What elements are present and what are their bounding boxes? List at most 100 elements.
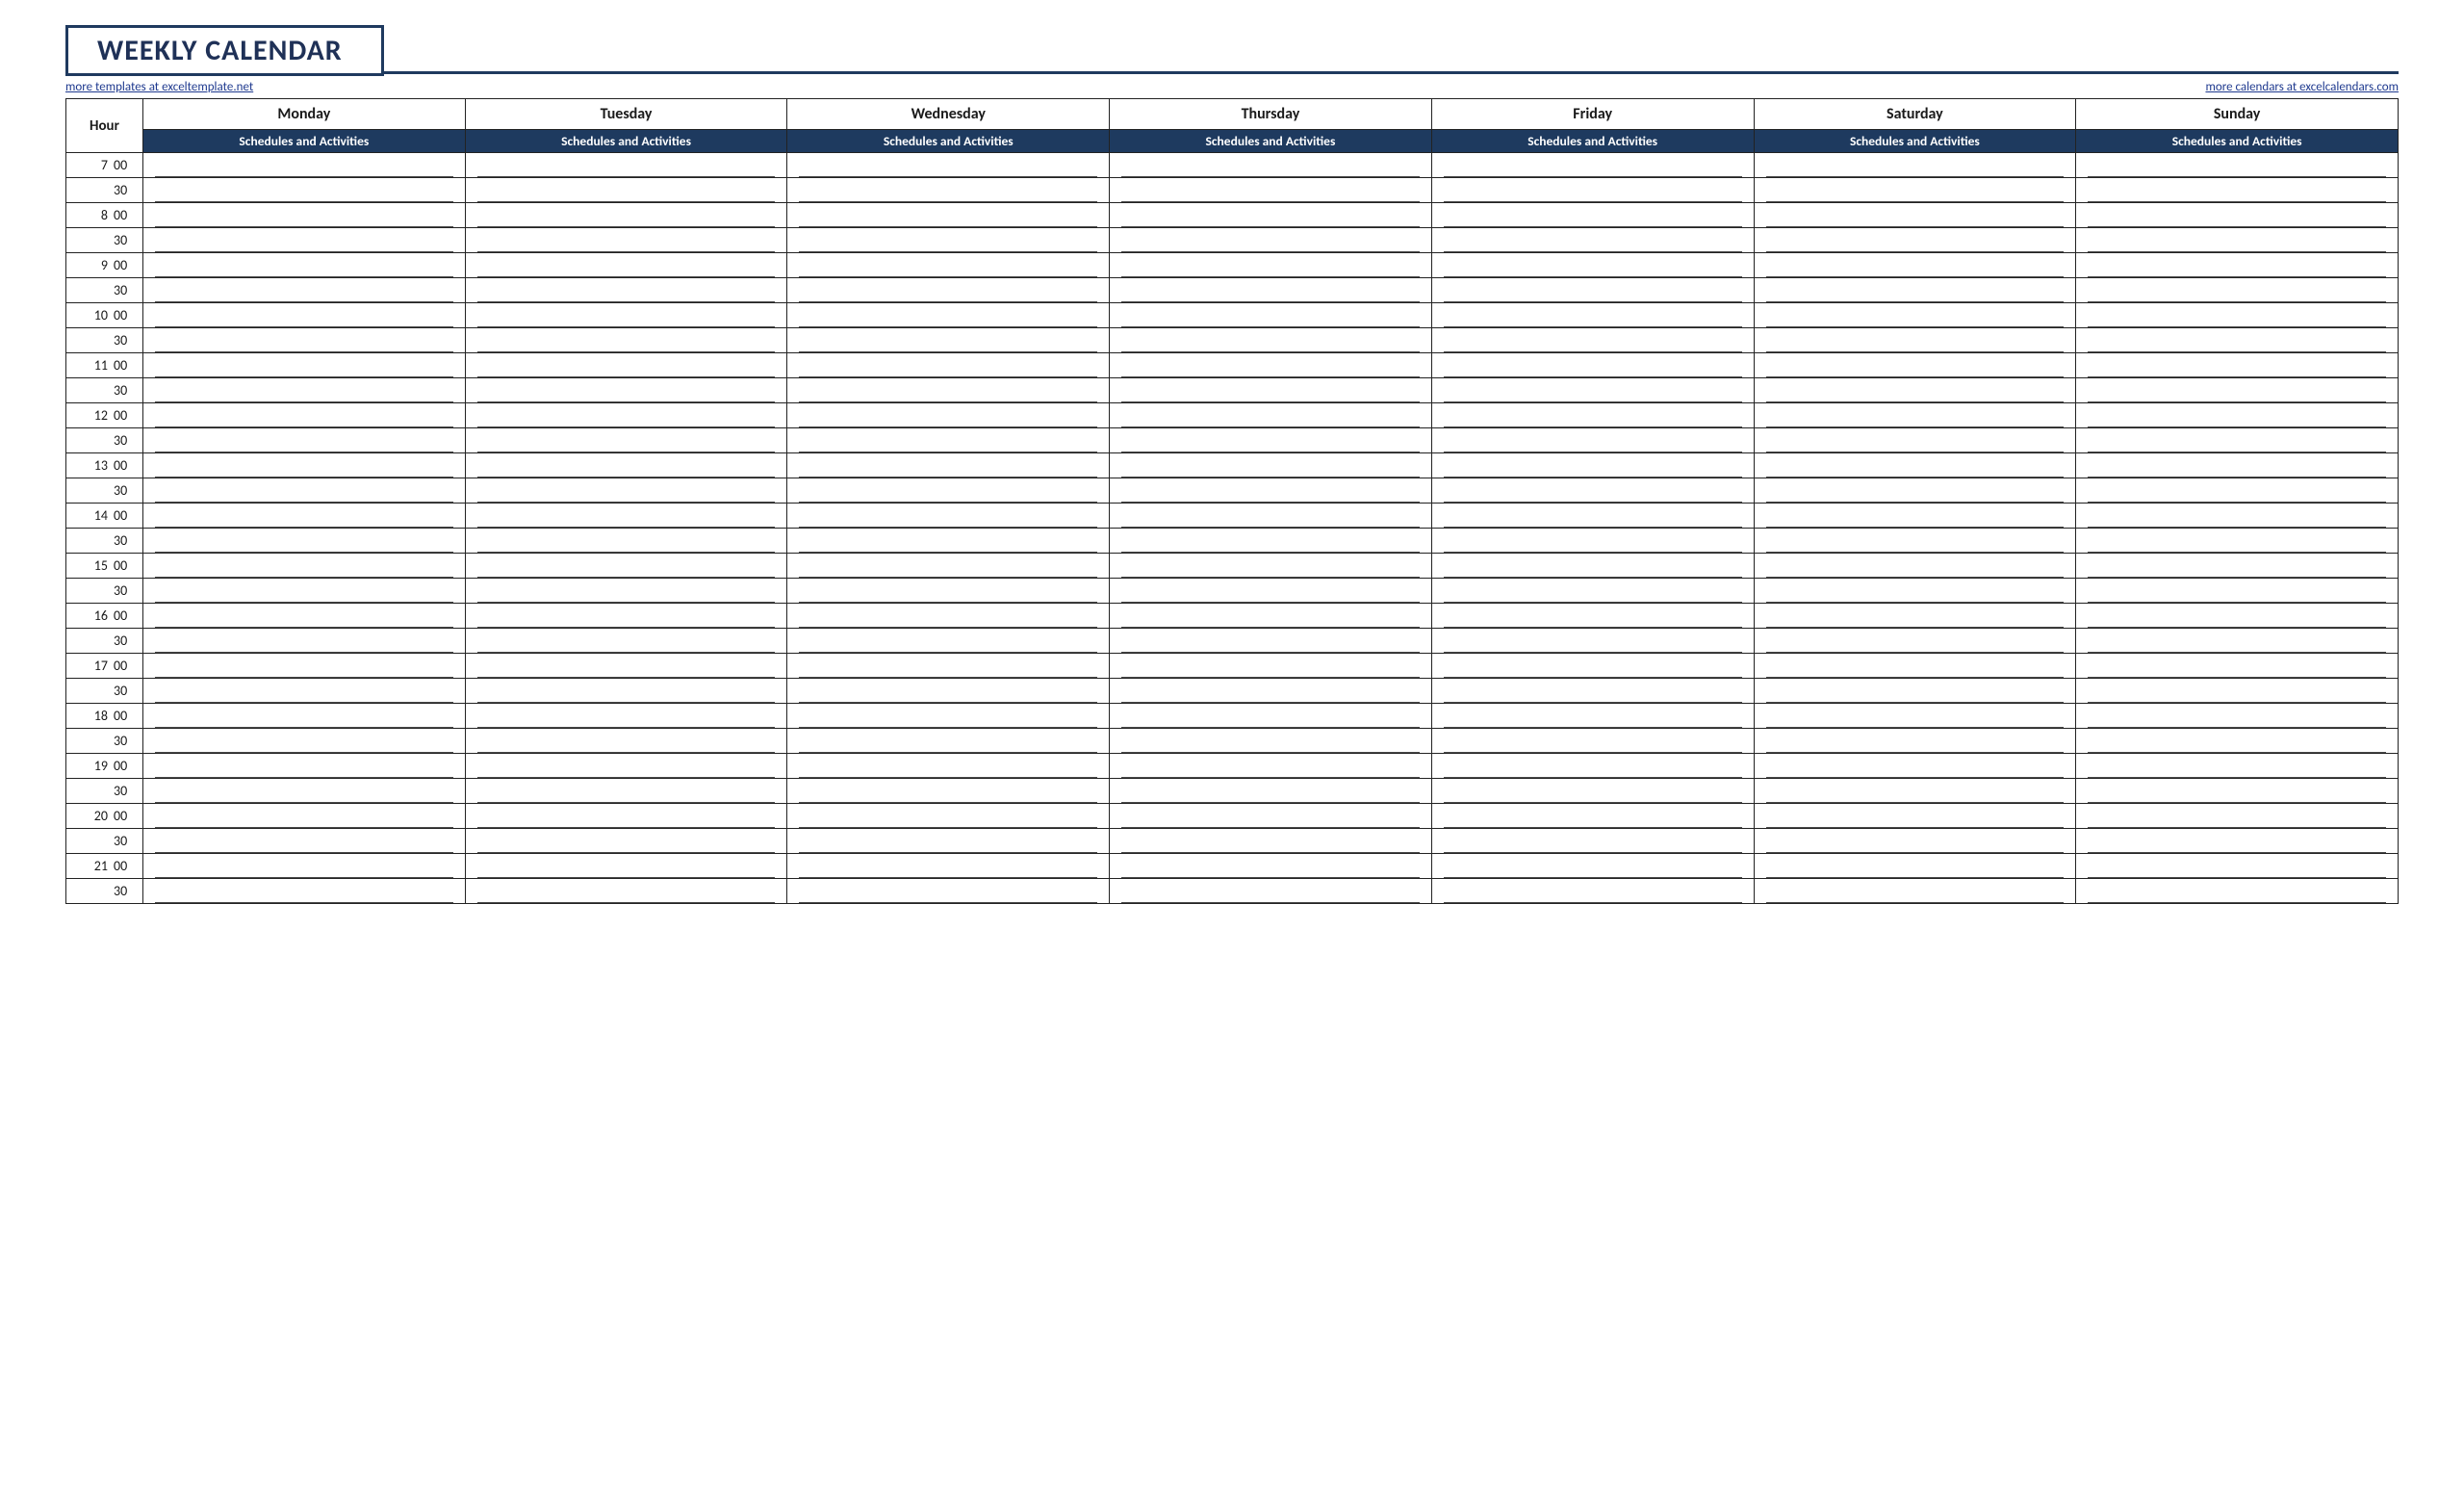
schedule-cell[interactable] — [2076, 629, 2399, 654]
schedule-cell[interactable] — [1431, 378, 1754, 403]
schedule-cell[interactable] — [465, 654, 787, 679]
schedule-cell[interactable] — [1431, 428, 1754, 453]
schedule-cell[interactable] — [465, 228, 787, 253]
schedule-cell[interactable] — [787, 754, 1110, 779]
schedule-cell[interactable] — [2076, 729, 2399, 754]
schedule-cell[interactable] — [1110, 829, 1432, 854]
schedule-cell[interactable] — [143, 378, 466, 403]
schedule-cell[interactable] — [1110, 754, 1432, 779]
schedule-cell[interactable] — [787, 328, 1110, 353]
schedule-cell[interactable] — [787, 729, 1110, 754]
schedule-cell[interactable] — [143, 353, 466, 378]
schedule-cell[interactable] — [1110, 453, 1432, 478]
schedule-cell[interactable] — [1754, 178, 2076, 203]
schedule-cell[interactable] — [787, 353, 1110, 378]
schedule-cell[interactable] — [787, 704, 1110, 729]
schedule-cell[interactable] — [1110, 178, 1432, 203]
schedule-cell[interactable] — [2076, 579, 2399, 604]
schedule-cell[interactable] — [2076, 253, 2399, 278]
schedule-cell[interactable] — [1754, 529, 2076, 554]
schedule-cell[interactable] — [1110, 504, 1432, 529]
schedule-cell[interactable] — [465, 153, 787, 178]
schedule-cell[interactable] — [1110, 604, 1432, 629]
schedule-cell[interactable] — [143, 604, 466, 629]
schedule-cell[interactable] — [143, 829, 466, 854]
schedule-cell[interactable] — [2076, 679, 2399, 704]
schedule-cell[interactable] — [1110, 529, 1432, 554]
schedule-cell[interactable] — [1431, 604, 1754, 629]
schedule-cell[interactable] — [465, 378, 787, 403]
schedule-cell[interactable] — [1754, 428, 2076, 453]
schedule-cell[interactable] — [465, 504, 787, 529]
schedule-cell[interactable] — [1110, 679, 1432, 704]
schedule-cell[interactable] — [787, 278, 1110, 303]
schedule-cell[interactable] — [143, 754, 466, 779]
schedule-cell[interactable] — [143, 228, 466, 253]
schedule-cell[interactable] — [1431, 654, 1754, 679]
schedule-cell[interactable] — [1431, 529, 1754, 554]
schedule-cell[interactable] — [2076, 328, 2399, 353]
schedule-cell[interactable] — [787, 854, 1110, 879]
schedule-cell[interactable] — [1431, 554, 1754, 579]
schedule-cell[interactable] — [1754, 554, 2076, 579]
schedule-cell[interactable] — [1754, 604, 2076, 629]
schedule-cell[interactable] — [2076, 228, 2399, 253]
schedule-cell[interactable] — [465, 529, 787, 554]
schedule-cell[interactable] — [465, 453, 787, 478]
schedule-cell[interactable] — [1754, 403, 2076, 428]
schedule-cell[interactable] — [1110, 403, 1432, 428]
schedule-cell[interactable] — [1754, 478, 2076, 504]
schedule-cell[interactable] — [465, 178, 787, 203]
schedule-cell[interactable] — [143, 654, 466, 679]
schedule-cell[interactable] — [1754, 278, 2076, 303]
schedule-cell[interactable] — [2076, 178, 2399, 203]
schedule-cell[interactable] — [1110, 554, 1432, 579]
schedule-cell[interactable] — [787, 829, 1110, 854]
schedule-cell[interactable] — [787, 579, 1110, 604]
schedule-cell[interactable] — [1754, 203, 2076, 228]
schedule-cell[interactable] — [1110, 779, 1432, 804]
schedule-cell[interactable] — [1431, 353, 1754, 378]
schedule-cell[interactable] — [1431, 854, 1754, 879]
schedule-cell[interactable] — [787, 654, 1110, 679]
schedule-cell[interactable] — [143, 779, 466, 804]
schedule-cell[interactable] — [2076, 804, 2399, 829]
schedule-cell[interactable] — [787, 529, 1110, 554]
schedule-cell[interactable] — [1754, 453, 2076, 478]
schedule-cell[interactable] — [787, 504, 1110, 529]
schedule-cell[interactable] — [143, 679, 466, 704]
schedule-cell[interactable] — [787, 629, 1110, 654]
schedule-cell[interactable] — [143, 554, 466, 579]
schedule-cell[interactable] — [465, 779, 787, 804]
schedule-cell[interactable] — [465, 278, 787, 303]
schedule-cell[interactable] — [1754, 679, 2076, 704]
schedule-cell[interactable] — [143, 804, 466, 829]
schedule-cell[interactable] — [1754, 579, 2076, 604]
schedule-cell[interactable] — [1754, 228, 2076, 253]
schedule-cell[interactable] — [787, 403, 1110, 428]
schedule-cell[interactable] — [1110, 629, 1432, 654]
schedule-cell[interactable] — [465, 604, 787, 629]
schedule-cell[interactable] — [1431, 729, 1754, 754]
schedule-cell[interactable] — [787, 153, 1110, 178]
schedule-cell[interactable] — [1754, 754, 2076, 779]
schedule-cell[interactable] — [465, 679, 787, 704]
schedule-cell[interactable] — [1431, 303, 1754, 328]
schedule-cell[interactable] — [787, 554, 1110, 579]
schedule-cell[interactable] — [1110, 378, 1432, 403]
schedule-cell[interactable] — [1110, 228, 1432, 253]
schedule-cell[interactable] — [143, 178, 466, 203]
schedule-cell[interactable] — [787, 804, 1110, 829]
schedule-cell[interactable] — [1110, 729, 1432, 754]
schedule-cell[interactable] — [1110, 328, 1432, 353]
schedule-cell[interactable] — [465, 854, 787, 879]
schedule-cell[interactable] — [465, 629, 787, 654]
schedule-cell[interactable] — [1754, 879, 2076, 904]
schedule-cell[interactable] — [2076, 779, 2399, 804]
schedule-cell[interactable] — [1754, 253, 2076, 278]
schedule-cell[interactable] — [143, 854, 466, 879]
schedule-cell[interactable] — [2076, 654, 2399, 679]
schedule-cell[interactable] — [1431, 453, 1754, 478]
schedule-cell[interactable] — [1110, 654, 1432, 679]
schedule-cell[interactable] — [465, 754, 787, 779]
